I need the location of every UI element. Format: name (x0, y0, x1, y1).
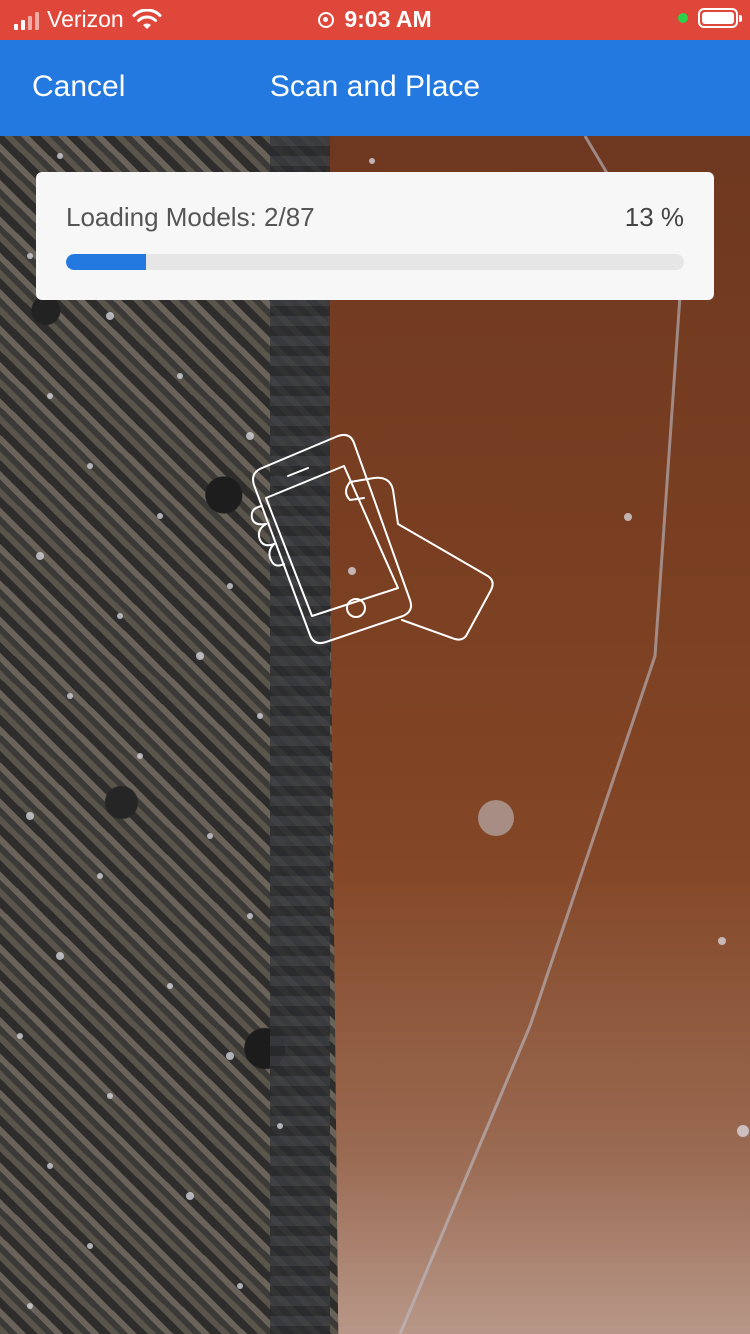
time-label: 9:03 AM (344, 6, 432, 32)
camera-view[interactable] (0, 136, 750, 1334)
battery-icon (698, 8, 742, 28)
loading-label: Loading Models: 2/87 (66, 202, 315, 232)
progress-bar (66, 254, 684, 270)
loading-card: Loading Models: 2/87 13 % (36, 172, 714, 300)
status-bar: Verizon 9:03 AM (0, 0, 750, 40)
nav-bar: Cancel Scan and Place (0, 40, 750, 136)
ar-scan-screen: Verizon 9:03 AM Cancel Scan and Place Lo… (0, 0, 750, 1334)
placement-reticle (478, 800, 514, 836)
hand-holding-phone-icon (250, 433, 494, 645)
status-time: 9:03 AM (0, 6, 750, 33)
status-right (678, 8, 742, 28)
green-dot-indicator (678, 13, 688, 23)
plane-detection-line (398, 136, 682, 1334)
progress-fill (66, 254, 147, 270)
page-title: Scan and Place (269, 70, 481, 103)
alarm-icon (318, 11, 335, 28)
loading-percent: 13 % (624, 202, 684, 232)
